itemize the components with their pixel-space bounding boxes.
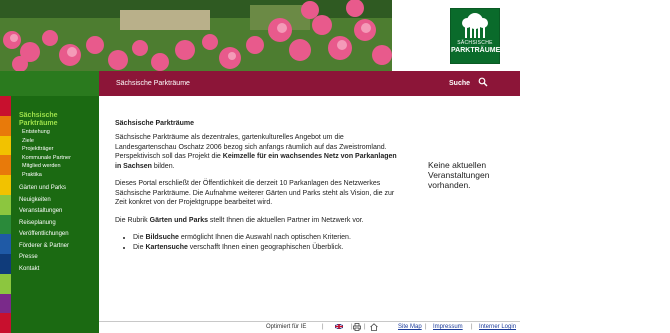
color-stripe [0, 194, 11, 215]
color-stripe [0, 293, 11, 314]
sidebar-item-gaerten-und-parks[interactable]: Gärten und Parks [11, 183, 99, 195]
color-stripe [0, 175, 11, 195]
sidebar-item-foerderer-partner[interactable]: Förderer & Partner [11, 241, 99, 253]
optimized-note: Optimiert für IE [266, 324, 307, 330]
sidebar-subitem-projekttraeger[interactable]: Projektträger [11, 145, 99, 154]
sidebar-item-veranstaltungen[interactable]: Veranstaltungen [11, 206, 99, 218]
kartensuche-link[interactable]: Kartensuche [145, 244, 187, 251]
home-icon[interactable] [370, 323, 378, 331]
color-stripe [0, 273, 11, 294]
search-label[interactable]: Suche [449, 80, 470, 87]
search-icon[interactable] [478, 77, 488, 87]
footer-separator: | [471, 324, 473, 330]
main-content: Sächsische Parkträume Sächsische Parkträ… [115, 120, 400, 252]
gaerten-parks-link[interactable]: Gärten und Parks [150, 217, 208, 224]
site-title: Sächsische Parkträume [116, 80, 190, 87]
header-rose-image [0, 0, 392, 71]
list-item: Die Kartensuche verschafft Ihnen einen g… [133, 243, 400, 253]
color-stripe [0, 313, 11, 333]
logo-text-line2: PARKTRÄUME [451, 47, 501, 54]
color-stripe [0, 155, 11, 175]
footer-separator: | [364, 324, 366, 330]
color-stripe [0, 234, 11, 254]
login-link[interactable]: Interner Login [479, 324, 516, 330]
english-flag-icon[interactable] [335, 324, 343, 329]
list-item: Die Bildsuche ermöglicht Ihnen die Auswa… [133, 233, 400, 243]
sidebar-top-block [0, 71, 99, 96]
color-stripe [0, 135, 11, 156]
sidebar-item-presse[interactable]: Presse [11, 252, 99, 264]
rubrik-paragraph: Die Rubrik Gärten und Parks stellt Ihnen… [115, 216, 364, 224]
sidebar-subitem-ziele[interactable]: Ziele [11, 137, 99, 146]
print-icon[interactable] [353, 323, 361, 331]
feature-list: Die Bildsuche ermöglicht Ihnen die Auswa… [115, 233, 400, 252]
impressum-link[interactable]: Impressum [433, 324, 463, 330]
color-stripe [0, 96, 11, 116]
color-stripe [0, 115, 11, 136]
logo-text-line1: SÄCHSISCHE [457, 40, 493, 46]
sidebar-item-kontakt[interactable]: Kontakt [11, 264, 99, 276]
page: SÄCHSISCHE PARKTRÄUME Sächsische Parkträ… [0, 0, 520, 333]
sidebar-item-neuigkeiten[interactable]: Neuigkeiten [11, 195, 99, 207]
color-stripe [0, 254, 11, 274]
sidebar-subitem-praktika[interactable]: Praktika [11, 171, 99, 180]
events-notice: Keine aktuellen Veranstaltungen vorhande… [428, 160, 490, 190]
park-logo-icon [462, 13, 488, 38]
footer-separator: | [322, 324, 324, 330]
footer-separator: | [425, 324, 427, 330]
sidebar-item-reiseplanung[interactable]: Reiseplanung [11, 218, 99, 230]
footer: Optimiert für IE | | | Site Map | Impres… [99, 322, 520, 333]
sidebar-item-saechsische-parktraeume[interactable]: Sächsische Parkträume [11, 112, 99, 127]
sidebar-subitem-kommunale-partner[interactable]: Kommunale Partner [11, 154, 99, 163]
page-heading: Sächsische Parkträume [115, 120, 194, 127]
portal-paragraph: Dieses Portal erschließt der Öffentlichk… [115, 180, 395, 206]
sitemap-link[interactable]: Site Map [398, 324, 422, 330]
sidebar-subitem-entstehung[interactable]: Entstehung [11, 128, 99, 137]
sidebar-active-line2: Parkträume [19, 119, 58, 127]
sidebar-nav: Sächsische Parkträume Entstehung Ziele P… [11, 112, 99, 275]
intro-paragraph: Sächsische Parkträume als dezentrales, g… [115, 134, 397, 170]
bildsuche-link[interactable]: Bildsuche [145, 234, 178, 241]
sidebar-active-line1: Sächsische [19, 112, 58, 119]
color-stripe [0, 214, 11, 235]
sidebar-subitem-mitglied-werden[interactable]: Mitglied werden [11, 162, 99, 171]
sidebar-item-veroeffentlichungen[interactable]: Veröffentlichungen [11, 229, 99, 241]
color-stripes [0, 96, 11, 333]
site-logo[interactable]: SÄCHSISCHE PARKTRÄUME [450, 8, 500, 64]
sidebar: Sächsische Parkträume Entstehung Ziele P… [0, 96, 99, 333]
